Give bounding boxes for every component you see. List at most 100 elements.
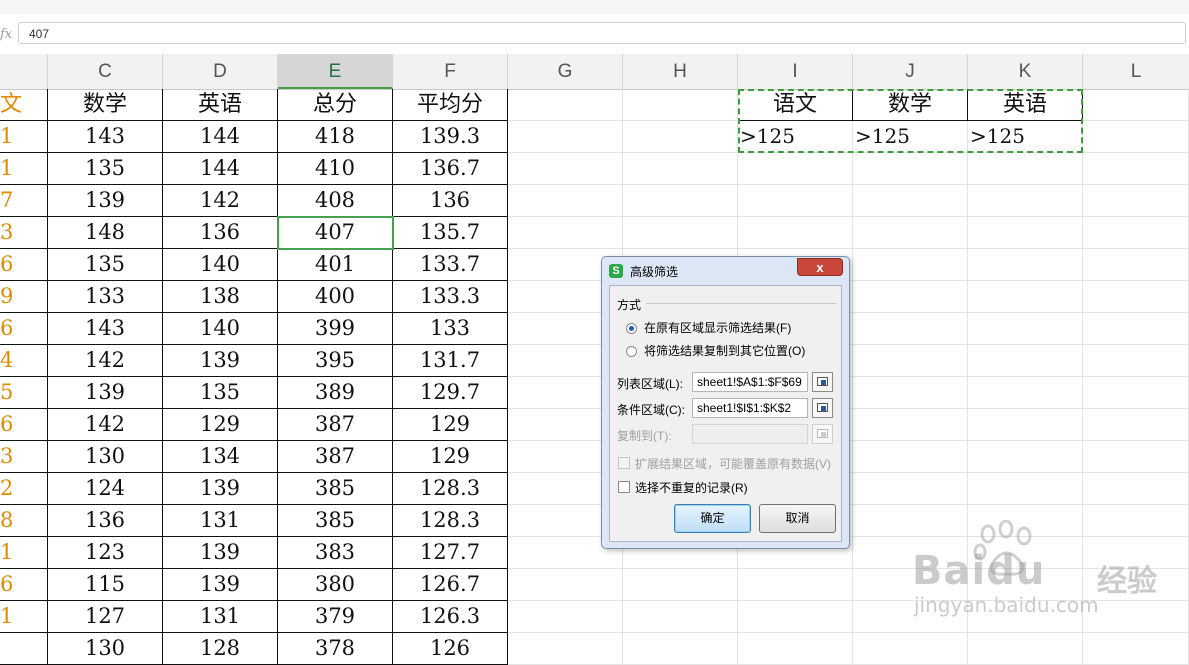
table-cell[interactable]: 379 xyxy=(278,601,393,633)
table-cell[interactable]: 140 xyxy=(163,249,278,281)
grid-cell[interactable] xyxy=(853,473,968,505)
spreadsheet-grid[interactable]: 文数学 英语 总分 平均分 1 143 144 418 139.3 1 135 144 410 136.7… xyxy=(0,89,1189,665)
grid-cell[interactable] xyxy=(1083,601,1189,633)
grid-cell[interactable] xyxy=(1083,473,1189,505)
table-cell[interactable]: 131.7 xyxy=(393,345,508,377)
grid-cell[interactable] xyxy=(508,601,623,633)
grid-cell[interactable] xyxy=(968,345,1083,377)
table-cell[interactable]: 143 xyxy=(48,121,163,153)
grid-cell[interactable] xyxy=(853,249,968,281)
table-cell[interactable]: 139 xyxy=(48,377,163,409)
column-header-c[interactable]: C xyxy=(48,54,163,89)
table-cell[interactable]: 383 xyxy=(278,537,393,569)
grid-cell[interactable] xyxy=(968,601,1083,633)
grid-cell[interactable] xyxy=(623,601,738,633)
table-cell[interactable]: 136 xyxy=(393,185,508,217)
table-cell[interactable]: 385 xyxy=(278,473,393,505)
table-cell[interactable]: 142 xyxy=(48,345,163,377)
cancel-button[interactable]: 取消 xyxy=(759,504,836,533)
table-cell[interactable]: 135 xyxy=(48,153,163,185)
grid-cell[interactable] xyxy=(968,153,1083,185)
grid-cell[interactable] xyxy=(508,217,623,249)
grid-cell[interactable] xyxy=(853,569,968,601)
table-cell[interactable]: 139 xyxy=(163,537,278,569)
table-cell[interactable]: 3 xyxy=(0,217,48,249)
table-cell[interactable]: 130 xyxy=(48,633,163,665)
table-cell[interactable]: 401 xyxy=(278,249,393,281)
grid-cell[interactable] xyxy=(1083,633,1189,665)
ok-button[interactable]: 确定 xyxy=(674,504,751,533)
table-cell[interactable]: 387 xyxy=(278,441,393,473)
column-header-j[interactable]: J xyxy=(853,54,968,89)
grid-cell[interactable] xyxy=(1083,505,1189,537)
column-header-i[interactable]: I xyxy=(738,54,853,89)
table-cell[interactable]: 9 xyxy=(0,281,48,313)
copy-to-picker-button[interactable] xyxy=(812,424,833,444)
grid-cell[interactable] xyxy=(853,281,968,313)
grid-cell[interactable] xyxy=(508,153,623,185)
table-cell[interactable]: 418 xyxy=(278,121,393,153)
table-cell[interactable]: 395 xyxy=(278,345,393,377)
grid-cell[interactable] xyxy=(1083,121,1189,153)
column-header-d[interactable]: D xyxy=(163,54,278,89)
grid-cell[interactable] xyxy=(968,505,1083,537)
table-cell[interactable]: 135.7 xyxy=(393,217,508,249)
column-header-k[interactable]: K xyxy=(968,54,1083,89)
grid-cell[interactable] xyxy=(623,153,738,185)
table-cell[interactable]: 389 xyxy=(278,377,393,409)
column-header-f[interactable]: F xyxy=(393,54,508,89)
copy-to-input[interactable] xyxy=(692,424,808,444)
table-cell[interactable]: 143 xyxy=(48,313,163,345)
table-cell[interactable]: 1 xyxy=(0,153,48,185)
column-header-e[interactable]: E xyxy=(278,54,393,89)
table-cell[interactable]: 136.7 xyxy=(393,153,508,185)
table-cell[interactable]: 126.3 xyxy=(393,601,508,633)
grid-cell[interactable] xyxy=(1083,185,1189,217)
table-header-cell[interactable]: 英语 xyxy=(163,89,278,121)
table-cell[interactable]: 7 xyxy=(0,185,48,217)
table-cell[interactable]: 6 xyxy=(0,313,48,345)
grid-cell[interactable] xyxy=(508,185,623,217)
table-cell[interactable]: 410 xyxy=(278,153,393,185)
table-cell[interactable]: 1 xyxy=(0,601,48,633)
grid-cell[interactable] xyxy=(853,505,968,537)
grid-cell[interactable] xyxy=(853,537,968,569)
grid-cell[interactable] xyxy=(1083,377,1189,409)
table-cell[interactable]: 134 xyxy=(163,441,278,473)
grid-cell[interactable] xyxy=(853,313,968,345)
grid-cell[interactable] xyxy=(738,153,853,185)
table-cell[interactable]: 136 xyxy=(48,505,163,537)
radio-copy[interactable] xyxy=(626,346,637,357)
criteria-header-cell[interactable]: 数学 xyxy=(853,89,968,121)
fx-icon[interactable]: fx xyxy=(0,27,12,42)
grid-cell[interactable] xyxy=(508,89,623,121)
grid-cell[interactable] xyxy=(968,409,1083,441)
grid-cell[interactable] xyxy=(623,121,738,153)
grid-cell[interactable] xyxy=(623,185,738,217)
grid-cell[interactable] xyxy=(853,217,968,249)
grid-cell[interactable] xyxy=(968,217,1083,249)
table-cell[interactable]: 123 xyxy=(48,537,163,569)
table-cell[interactable]: 128 xyxy=(163,633,278,665)
table-cell[interactable]: 139 xyxy=(163,569,278,601)
option-copy-label[interactable]: 将筛选结果复制到其它位置(O) xyxy=(644,342,805,359)
grid-cell[interactable] xyxy=(1083,217,1189,249)
table-cell[interactable]: 142 xyxy=(163,185,278,217)
criteria-range-picker-button[interactable] xyxy=(812,398,833,418)
grid-cell[interactable] xyxy=(853,441,968,473)
table-cell[interactable]: 6 xyxy=(0,409,48,441)
column-header-b-partial[interactable] xyxy=(0,54,48,89)
table-cell[interactable]: 128.3 xyxy=(393,473,508,505)
table-cell[interactable]: 8 xyxy=(0,505,48,537)
table-cell[interactable]: 139 xyxy=(163,345,278,377)
table-cell[interactable]: 127.7 xyxy=(393,537,508,569)
grid-cell[interactable] xyxy=(738,601,853,633)
table-cell[interactable]: 129 xyxy=(163,409,278,441)
table-cell[interactable]: 139.3 xyxy=(393,121,508,153)
table-cell[interactable]: 129 xyxy=(393,441,508,473)
option-in-place-label[interactable]: 在原有区域显示筛选结果(F) xyxy=(644,319,791,336)
grid-cell[interactable] xyxy=(968,473,1083,505)
table-cell[interactable]: 4 xyxy=(0,345,48,377)
grid-cell[interactable] xyxy=(738,185,853,217)
criteria-value-cell[interactable]: >125 xyxy=(968,121,1083,153)
